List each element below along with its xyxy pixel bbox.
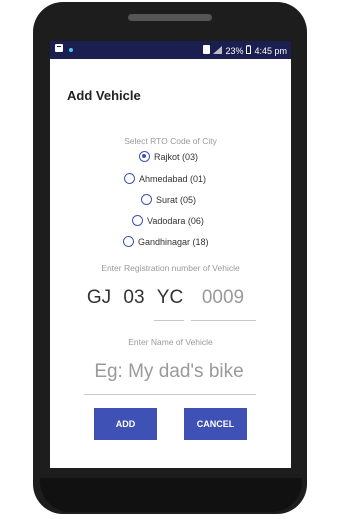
radio-icon[interactable] <box>141 194 152 205</box>
registration-number-input[interactable]: 0009 <box>191 287 255 309</box>
status-right: 23% 4:45 pm <box>203 45 287 56</box>
rto-option-ahmedabad[interactable]: Ahmedabad (01) <box>124 173 206 184</box>
phone-speaker <box>128 14 212 21</box>
rto-label: Select RTO Code of City <box>124 136 217 146</box>
rto-option-label: Surat (05) <box>156 194 197 205</box>
battery-percent: 23% <box>225 45 244 56</box>
registration-state-input[interactable]: GJ <box>84 287 114 309</box>
battery-icon <box>246 45 252 56</box>
rto-option-label: Ahmedabad (01) <box>139 173 207 184</box>
clock: 4:45 pm <box>254 45 287 56</box>
registration-series-input[interactable]: YC <box>154 287 186 309</box>
status-left <box>55 44 73 54</box>
radio-icon[interactable] <box>123 236 134 247</box>
radio-icon[interactable] <box>132 215 143 226</box>
name-label: Enter Name of Vehicle <box>128 337 213 347</box>
vehicle-name-input[interactable]: Eg: My dad's bike <box>82 361 256 383</box>
registration-rto-input[interactable]: 03 <box>120 287 148 309</box>
rto-option-label: Gandhinagar (18) <box>138 236 209 247</box>
number-underline <box>191 320 256 321</box>
rto-option-surat[interactable]: Surat (05) <box>141 194 196 205</box>
rto-option-label: Vadodara (06) <box>147 215 204 226</box>
screen: 23% 4:45 pm Add Vehicle Select RTO Code … <box>50 41 291 468</box>
radio-selected-icon[interactable] <box>139 151 150 162</box>
notification-icon <box>55 44 63 54</box>
bluetooth-icon <box>203 45 211 56</box>
dialog-title: Add Vehicle <box>67 88 141 103</box>
dot-icon <box>69 44 73 54</box>
rto-option-label: Rajkot (03) <box>154 151 199 162</box>
rto-option-rajkot[interactable]: Rajkot (03) <box>139 151 198 162</box>
series-underline <box>154 320 184 321</box>
signal-icon <box>213 45 223 56</box>
status-bar: 23% 4:45 pm <box>50 41 291 59</box>
registration-label: Enter Registration number of Vehicle <box>101 263 240 273</box>
cancel-button[interactable]: CANCEL <box>184 408 247 440</box>
name-underline <box>84 394 256 395</box>
phone-bottom <box>40 478 302 512</box>
add-button[interactable]: ADD <box>94 408 157 440</box>
radio-icon[interactable] <box>124 173 135 184</box>
rto-option-vadodara[interactable]: Vadodara (06) <box>132 215 204 226</box>
rto-option-gandhinagar[interactable]: Gandhinagar (18) <box>123 236 209 247</box>
